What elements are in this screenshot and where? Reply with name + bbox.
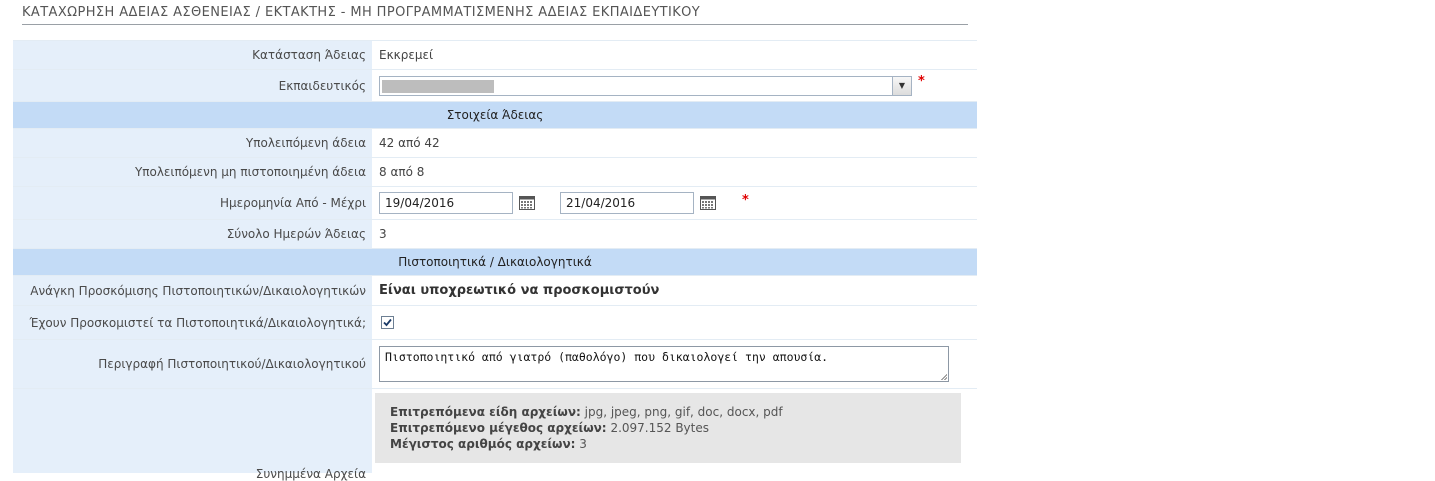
remaining-uncert-row: Υπολειπόμενη μη πιστοποιημένη άδεια 8 απ… (13, 158, 977, 187)
calendar-icon[interactable] (519, 196, 535, 210)
certs-submitted-checkbox[interactable] (381, 316, 394, 329)
status-row: Κατάσταση Άδειας Εκκρεμεί (13, 41, 977, 70)
files-label: Συνημμένα Αρχεία (255, 467, 366, 481)
dates-label: Ημερομηνία Από - Μέχρι (13, 187, 372, 219)
need-certs-row: Ανάγκη Προσκόμισης Πιστοποιητικών/Δικαιο… (13, 276, 977, 306)
checkmark-icon (383, 318, 392, 327)
section-leave-details: Στοιχεία Άδειας (13, 102, 977, 129)
max-size-value: 2.097.152 Bytes (610, 421, 709, 435)
certs-submitted-row: Έχουν Προσκομιστεί τα Πιστοποιητικά/Δικα… (13, 306, 977, 340)
cert-desc-row: Περιγραφή Πιστοποιητικού/Δικαιολογητικού… (13, 340, 977, 389)
need-certs-value: Είναι υποχρεωτικό να προσκομιστούν (379, 283, 660, 298)
max-size-label: Επιτρεπόμενο μέγεθος αρχείων: (390, 421, 607, 435)
total-days-label: Σύνολο Ημερών Άδειας (13, 220, 372, 248)
certs-submitted-label: Έχουν Προσκομιστεί τα Πιστοποιητικά/Δικα… (13, 306, 372, 339)
need-certs-label: Ανάγκη Προσκόμισης Πιστοποιητικών/Δικαιο… (13, 276, 372, 305)
status-label: Κατάσταση Άδειας (13, 41, 372, 69)
files-label-cell: Συνημμένα Αρχεία (13, 389, 372, 481)
remaining-uncert-value: 8 από 8 (379, 165, 425, 179)
redacted-teacher-name (382, 79, 494, 93)
date-from-input[interactable]: 19/04/2016 (379, 192, 513, 214)
remaining-label: Υπολειπόμενη άδεια (13, 129, 372, 157)
section-certificates: Πιστοποιητικά / Δικαιολογητικά (13, 249, 977, 276)
teacher-label: Εκπαιδευτικός (13, 70, 372, 101)
dates-row: Ημερομηνία Από - Μέχρι 19/04/2016 21/04/… (13, 187, 977, 220)
calendar-icon[interactable] (700, 196, 716, 210)
required-mark: * (742, 192, 749, 208)
status-value: Εκκρεμεί (379, 48, 434, 62)
teacher-select[interactable]: ▼ (379, 75, 912, 96)
leave-form: Κατάσταση Άδειας Εκκρεμεί Εκπαιδευτικός … (13, 40, 977, 481)
max-count-label: Μέγιστος αριθμός αρχείων: (390, 437, 576, 451)
remaining-value: 42 από 42 (379, 136, 440, 150)
chevron-down-icon[interactable]: ▼ (892, 76, 911, 95)
remaining-uncert-label: Υπολειπόμενη μη πιστοποιημένη άδεια (13, 158, 372, 186)
resize-grip-icon[interactable] (941, 374, 947, 380)
cert-desc-textarea[interactable]: Πιστοποιητικό από γιατρό (παθολόγο) που … (379, 346, 949, 382)
cert-desc-label: Περιγραφή Πιστοποιητικού/Δικαιολογητικού (13, 340, 372, 388)
required-mark: * (918, 74, 925, 89)
files-row: Συνημμένα Αρχεία Επιτρεπόμενα είδη αρχεί… (13, 389, 977, 481)
file-rules-box: Επιτρεπόμενα είδη αρχείων: jpg, jpeg, pn… (375, 393, 961, 463)
allowed-types-value: jpg, jpeg, png, gif, doc, docx, pdf (584, 405, 783, 419)
teacher-row: Εκπαιδευτικός ▼ * (13, 70, 977, 102)
remaining-row: Υπολειπόμενη άδεια 42 από 42 (13, 129, 977, 158)
date-to-input[interactable]: 21/04/2016 (560, 192, 694, 214)
cert-desc-text: Πιστοποιητικό από γιατρό (παθολόγο) που … (385, 350, 829, 364)
total-days-value: 3 (379, 227, 387, 241)
allowed-types-label: Επιτρεπόμενα είδη αρχείων: (390, 405, 581, 419)
max-count-value: 3 (579, 437, 587, 451)
total-days-row: Σύνολο Ημερών Άδειας 3 (13, 220, 977, 249)
page-title: ΚΑΤΑΧΩΡΗΣΗ ΑΔΕΙΑΣ ΑΣΘΕΝΕΙΑΣ / ΕΚΤΑΚΤΗΣ -… (22, 5, 968, 25)
